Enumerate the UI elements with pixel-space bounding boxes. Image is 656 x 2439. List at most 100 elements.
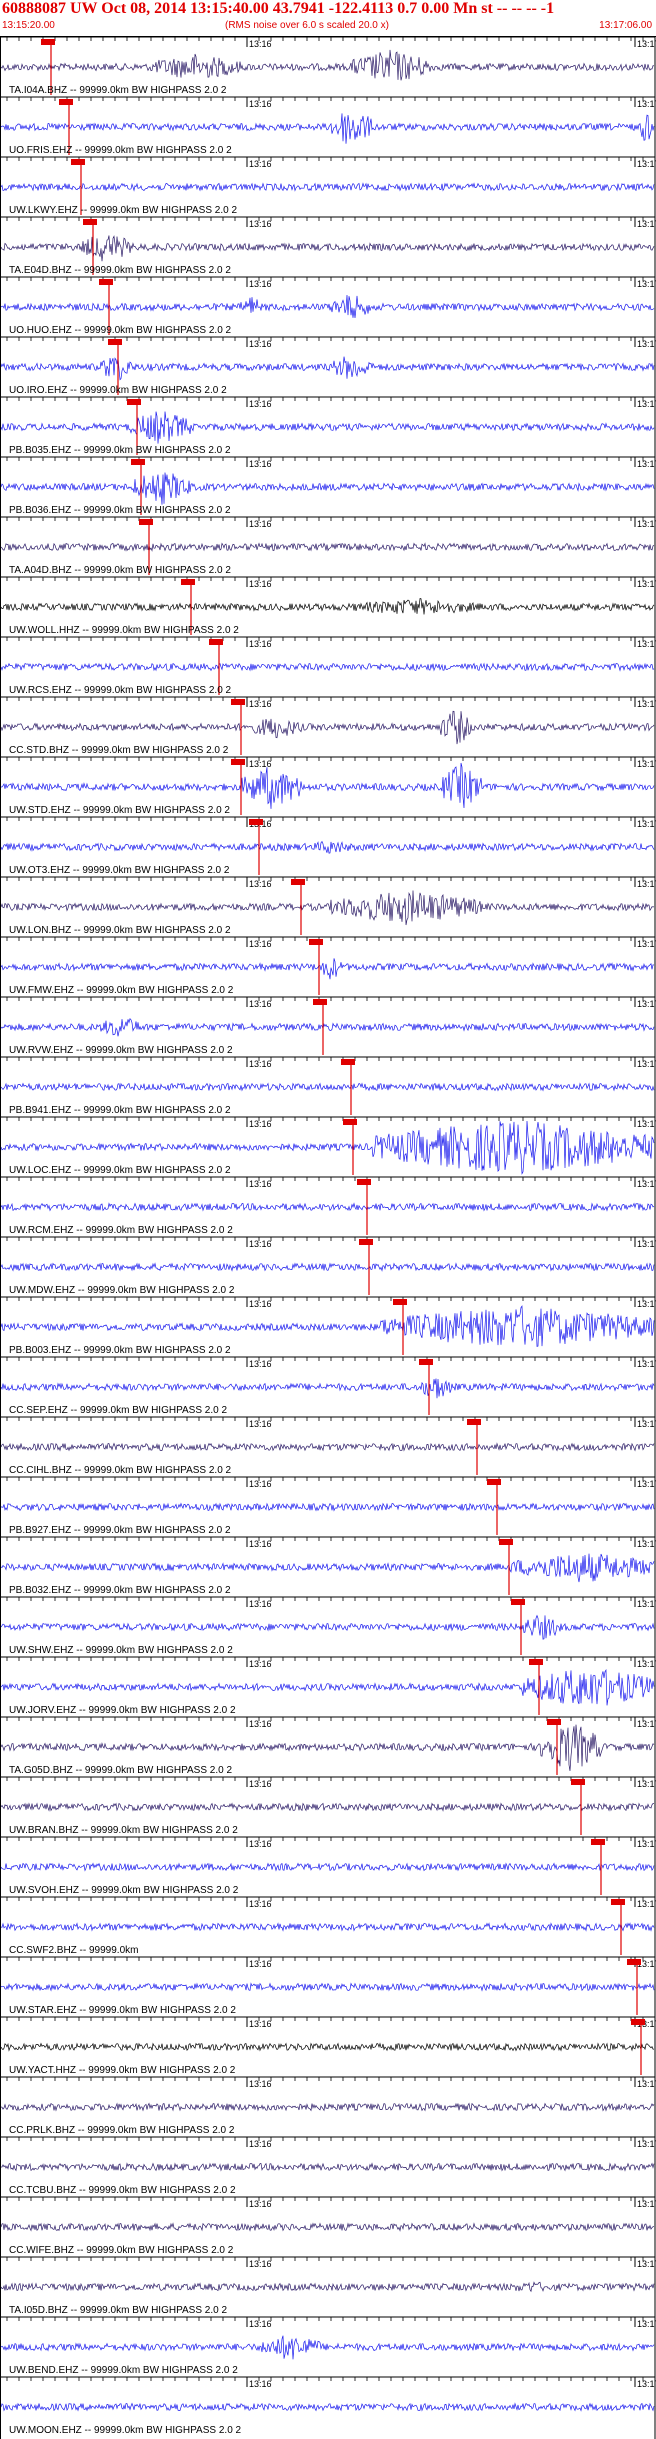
trace-row: 13:16 13:17 UW.LOC.EHZ -- 99999.0km BW HIG… — [1, 1116, 656, 1176]
pick-flag — [627, 1959, 641, 1965]
pick-flag — [41, 39, 55, 45]
waveform-trace — [1, 890, 655, 926]
trace-row: 13:16 13:17 PB.B035.EHZ -- 99999.0km BW HI… — [1, 396, 656, 456]
station-label: TA.I05D.BHZ -- 99999.0km BW HIGHPASS 2.0… — [9, 2305, 227, 2316]
trace-row: 13:16 13:17 CC.CIHL.BHZ -- 99999.0km BW HI… — [1, 1416, 656, 1476]
minute-mark-1316: 13:16 — [249, 1179, 272, 1189]
pick-flag — [341, 1059, 355, 1065]
pick-flag — [419, 1359, 433, 1365]
pick-flag — [393, 1299, 407, 1305]
minute-mark-1316: 13:16 — [249, 1239, 272, 1249]
pick-flag — [231, 759, 245, 765]
station-label: UW.JORV.EHZ -- 99999.0km BW HIGHPASS 2.0… — [9, 1705, 236, 1716]
minute-mark-1317: 13:17 — [637, 1899, 656, 1909]
trace-row: 13:16 13:17 UW.RVW.EHZ -- 99999.0km BW HIG… — [1, 996, 656, 1056]
minute-mark-1317: 13:17 — [637, 819, 656, 829]
waveform-trace — [1, 598, 655, 615]
pick-flag — [487, 1479, 501, 1485]
pick-flag — [291, 879, 305, 885]
waveform-trace — [1, 356, 655, 381]
minute-mark-1316: 13:16 — [249, 1119, 272, 1129]
station-label: UW.FMW.EHZ -- 99999.0km BW HIGHPASS 2.0 … — [9, 985, 234, 996]
minute-mark-1317: 13:17 — [637, 1419, 656, 1429]
pick-flag — [59, 99, 73, 105]
waveform-trace — [1, 235, 655, 262]
minute-mark-1317: 13:17 — [637, 1599, 656, 1609]
minute-mark-1316: 13:16 — [249, 459, 272, 469]
trace-row: 13:16 13:17 CC.STD.BHZ -- 99999.0km BW HIG… — [1, 696, 656, 756]
minute-mark-1316: 13:16 — [249, 279, 272, 289]
station-label: PB.B003.EHZ -- 99999.0km BW HIGHPASS 2.0… — [9, 1345, 231, 1356]
minute-mark-1317: 13:17 — [637, 2079, 656, 2089]
waveform-trace — [1, 1862, 655, 1872]
minute-mark-1317: 13:17 — [637, 939, 656, 949]
trace-row: 13:16 13:17 TA.A04D.BHZ -- 99999.0km BW HI… — [1, 516, 656, 576]
waveform-trace — [1, 1724, 655, 1771]
minute-mark-1317: 13:17 — [637, 1119, 656, 1129]
minute-mark-1316: 13:16 — [249, 579, 272, 589]
station-label: PB.B036.EHZ -- 99999.0km BW HIGHPASS 2.0… — [9, 505, 231, 516]
pick-flag — [591, 1839, 605, 1845]
pick-flag — [71, 159, 85, 165]
minute-mark-1316: 13:16 — [249, 1359, 272, 1369]
trace-row: 13:16 13:17 TA.I05D.BHZ -- 99999.0km BW HI… — [1, 2256, 656, 2316]
minute-mark-1317: 13:17 — [637, 879, 656, 889]
waveform-trace — [1, 2222, 655, 2232]
pick-flag — [83, 219, 97, 225]
trace-row: 13:16 13:17 PB.B927.EHZ -- 99999.0km BW HI… — [1, 1476, 656, 1536]
station-label: UW.RCM.EHZ -- 99999.0km BW HIGHPASS 2.0 … — [9, 1225, 233, 1236]
minute-mark-1316: 13:16 — [249, 99, 272, 109]
pick-flag — [467, 1419, 481, 1425]
trace-row: 13:16 13:17 UW.SVOH.EHZ -- 99999.0km BW HI… — [1, 1836, 656, 1896]
station-label: CC.PRLK.BHZ -- 99999.0km BW HIGHPASS 2.0… — [9, 2125, 235, 2136]
station-label: TA.A04D.BHZ -- 99999.0km BW HIGHPASS 2.0… — [9, 565, 231, 576]
trace-row: 13:16 13:17 PB.B032.EHZ -- 99999.0km BW HI… — [1, 1536, 656, 1596]
minute-mark-1316: 13:16 — [249, 1599, 272, 1609]
waveform-trace — [1, 294, 655, 319]
station-label: PB.B927.EHZ -- 99999.0km BW HIGHPASS 2.0… — [9, 1525, 231, 1536]
minute-mark-1317: 13:17 — [637, 279, 656, 289]
minute-mark-1316: 13:16 — [249, 2139, 272, 2149]
station-label: UW.BEND.EHZ -- 99999.0km BW HIGHPASS 2.0… — [9, 2365, 238, 2376]
pick-flag — [139, 519, 153, 525]
minute-mark-1317: 13:17 — [637, 1359, 656, 1369]
pick-flag — [108, 339, 122, 345]
trace-row: 13:16 13:17 TA.I04A.BHZ -- 99999.0km BW HI… — [1, 37, 656, 96]
minute-mark-1317: 13:17 — [637, 1239, 656, 1249]
pick-flag — [359, 1239, 373, 1245]
trace-row: 13:16 13:17 UW.LON.BHZ -- 99999.0km BW HIG… — [1, 876, 656, 936]
minute-mark-1316: 13:16 — [249, 2259, 272, 2269]
pick-flag — [181, 579, 195, 585]
minute-mark-1316: 13:16 — [249, 399, 272, 409]
waveform-trace — [1, 1668, 655, 1706]
minute-mark-1316: 13:16 — [249, 1419, 272, 1429]
start-time-label: 13:15:20.00 — [2, 20, 55, 31]
minute-mark-1317: 13:17 — [637, 1539, 656, 1549]
pick-flag — [131, 459, 145, 465]
waveform-trace — [1, 1922, 655, 1932]
waveform-trace — [1, 1614, 655, 1640]
waveform-trace — [1, 2402, 655, 2412]
minute-mark-1316: 13:16 — [249, 39, 272, 49]
station-label: UW.SHW.EHZ -- 99999.0km BW HIGHPASS 2.0 … — [9, 1645, 233, 1656]
minute-mark-1316: 13:16 — [249, 1719, 272, 1729]
minute-mark-1316: 13:16 — [249, 1539, 272, 1549]
pick-flag — [357, 1179, 371, 1185]
station-label: UW.STAR.EHZ -- 99999.0km BW HIGHPASS 2.0… — [9, 2005, 236, 2016]
waveform-trace — [1, 1082, 655, 1092]
station-label: CC.CIHL.BHZ -- 99999.0km BW HIGHPASS 2.0… — [9, 1465, 232, 1476]
station-label: UW.SVOH.EHZ -- 99999.0km BW HIGHPASS 2.0… — [9, 1885, 239, 1896]
trace-row: 13:16 13:17 UW.RCS.EHZ -- 99999.0km BW HIG… — [1, 636, 656, 696]
station-label: PB.B035.EHZ -- 99999.0km BW HIGHPASS 2.0… — [9, 445, 231, 456]
trace-row: 13:16 13:17 UW.BRAN.BHZ -- 99999.0km BW HI… — [1, 1776, 656, 1836]
pick-flag — [99, 279, 113, 285]
minute-mark-1316: 13:16 — [249, 339, 272, 349]
trace-row: 13:16 13:17 CC.TCBU.BHZ -- 99999.0km BW HI… — [1, 2136, 656, 2196]
station-label: TA.E04D.BHZ -- 99999.0km BW HIGHPASS 2.0… — [9, 265, 231, 276]
trace-row: 13:16 13:17 UW.WOLL.HHZ -- 99999.0km BW HI… — [1, 576, 656, 636]
rms-note: (RMS noise over 6.0 s scaled 20.0 x) — [225, 20, 389, 31]
trace-row: 13:16 13:17 UW.JORV.EHZ -- 99999.0km BW HI… — [1, 1656, 656, 1716]
end-time-label: 13:17:06.00 — [599, 20, 652, 31]
minute-mark-1317: 13:17 — [637, 1659, 656, 1669]
pick-flag — [343, 1119, 357, 1125]
